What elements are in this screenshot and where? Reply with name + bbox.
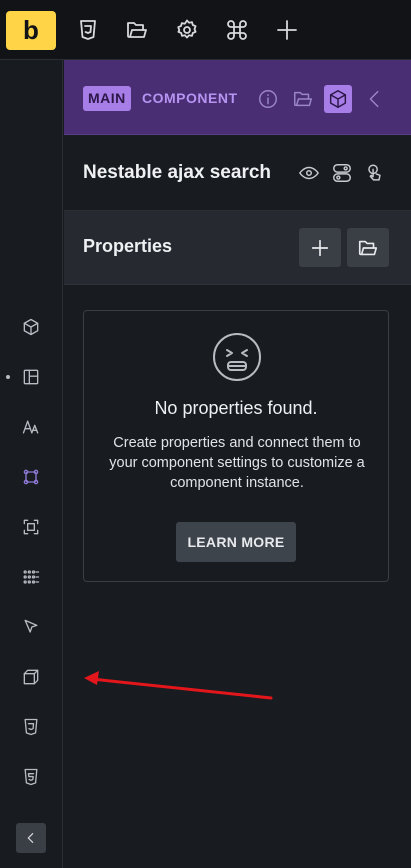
selection-dot — [6, 375, 10, 379]
eye-icon[interactable] — [296, 160, 322, 186]
grid-dots-icon[interactable] — [18, 564, 44, 590]
html5-icon[interactable] — [18, 764, 44, 790]
chevron-left-icon[interactable] — [361, 85, 389, 113]
folder-open-icon[interactable] — [289, 85, 317, 113]
css3-icon[interactable] — [18, 714, 44, 740]
cube-icon[interactable] — [18, 314, 44, 340]
layout-icon[interactable] — [18, 364, 44, 390]
box-3d-icon[interactable] — [18, 664, 44, 690]
frame-icon[interactable] — [18, 514, 44, 540]
collapse-sidebar-button[interactable] — [16, 823, 46, 853]
component-title-row: Nestable ajax search — [64, 136, 411, 211]
component-icon[interactable] — [18, 464, 44, 490]
builder-logo[interactable]: b — [6, 11, 56, 50]
component-cube-icon[interactable] — [324, 85, 352, 113]
gear-icon[interactable] — [170, 13, 204, 47]
cursor-icon[interactable] — [18, 614, 44, 640]
component-badge[interactable]: COMPONENT — [142, 86, 238, 111]
empty-state-title: No properties found. — [154, 398, 318, 418]
empty-state-description: Create properties and connect them to yo… — [109, 435, 365, 491]
command-icon[interactable] — [220, 13, 254, 47]
main-badge[interactable]: MAIN — [83, 86, 131, 111]
typography-icon[interactable] — [18, 414, 44, 440]
add-property-button[interactable] — [299, 228, 341, 267]
css3-icon[interactable] — [71, 13, 105, 47]
component-name[interactable]: Nestable ajax search — [83, 162, 271, 184]
properties-title: Properties — [83, 236, 173, 256]
touch-icon[interactable] — [361, 160, 387, 186]
info-icon[interactable] — [254, 85, 282, 113]
annotation-arrow — [84, 671, 273, 700]
learn-more-button[interactable]: LEARN MORE — [176, 522, 296, 562]
plus-icon — [311, 239, 329, 256]
folder-icon[interactable] — [120, 13, 154, 47]
open-properties-button[interactable] — [347, 228, 389, 267]
plus-icon[interactable] — [270, 13, 304, 47]
top-toolbar: b — [0, 0, 411, 60]
sad-face-icon — [211, 331, 263, 383]
component-panel: MAIN COMPONENT Nestable ajax search Prop… — [64, 60, 411, 868]
toggle-icon[interactable] — [329, 160, 355, 186]
left-sidebar — [0, 60, 63, 868]
properties-header: Properties — [64, 211, 411, 285]
empty-state-card: No properties found. Create properties a… — [83, 310, 389, 582]
chevron-left-icon — [27, 832, 34, 844]
folder-open-icon — [358, 240, 378, 255]
panel-header: MAIN COMPONENT — [64, 60, 411, 135]
